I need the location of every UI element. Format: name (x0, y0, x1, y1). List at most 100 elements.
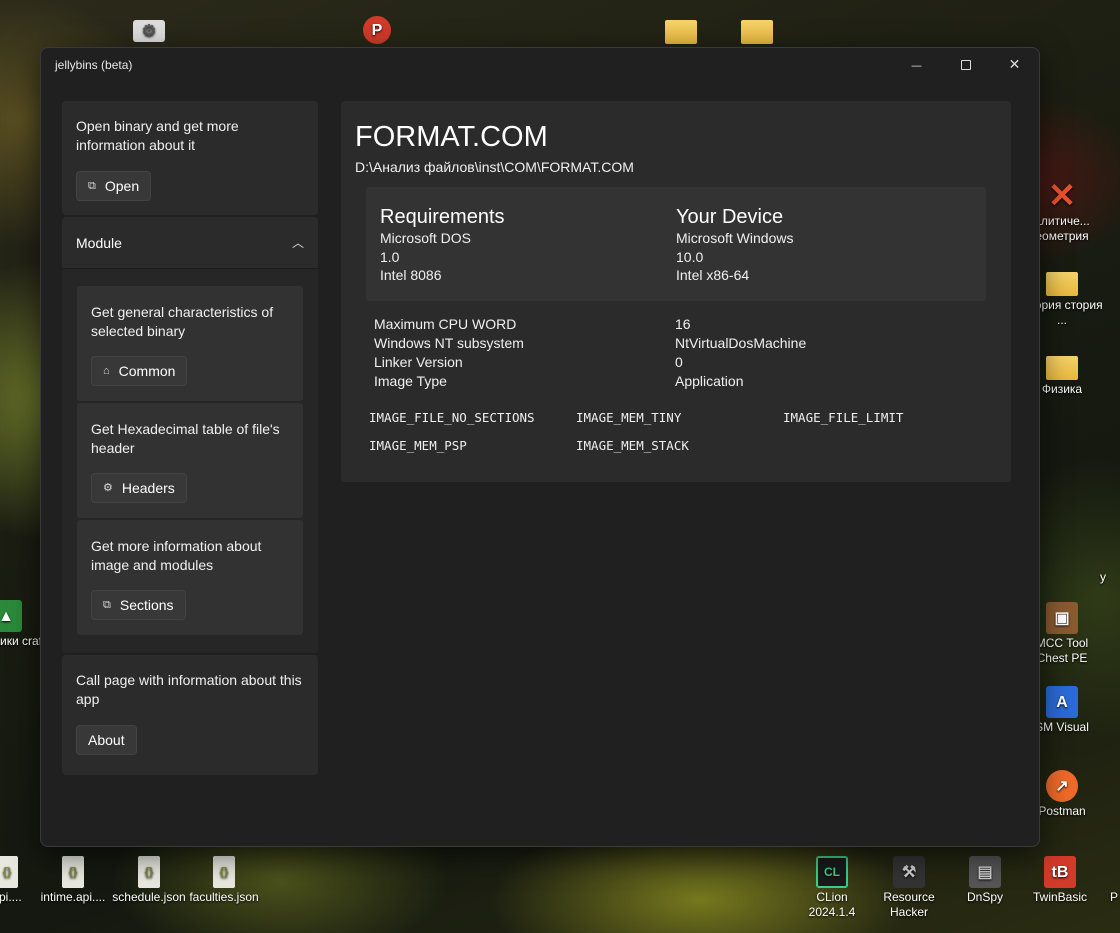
flag-item: IMAGE_MEM_TINY (576, 410, 682, 425)
desktop-icon-label: SM Visual (1035, 720, 1089, 734)
desktop-icon-bottom-3[interactable]: {} schedule.json (107, 856, 191, 905)
module-expander-header[interactable]: Module ︿ (62, 217, 318, 269)
maximize-icon (960, 60, 971, 70)
property-value: NtVirtualDosMachine (675, 335, 807, 351)
about-description: Call page with information about this ap… (76, 672, 302, 707)
requirements-cpu: Intel 8086 (380, 267, 442, 283)
desktop-icon-label: schedule.json (112, 890, 186, 904)
common-button-label: Common (118, 362, 176, 379)
chest-icon: ▣ (1046, 602, 1078, 634)
properties-list: Maximum CPU WORD 16 Windows NT subsystem… (374, 315, 997, 391)
desktop-icon-bottom-6[interactable]: ⚒ Resource Hacker (867, 856, 951, 920)
chevron-up-icon[interactable]: ︿ (292, 234, 304, 251)
sections-button[interactable]: ⧉ Sections (91, 590, 186, 620)
module-expander: Module ︿ Get general characteristics of … (62, 217, 318, 653)
property-value: 16 (675, 316, 691, 332)
desktop-icon-bottom-2[interactable]: {} intime.api.... (31, 856, 115, 905)
desktop-icon-label: Resource Hacker (883, 890, 935, 919)
property-key: Windows NT subsystem (374, 335, 524, 351)
sections-icon: ⧉ (103, 598, 111, 611)
device-os: Microsoft Windows (676, 230, 794, 246)
property-key: Linker Version (374, 354, 463, 370)
desktop-icon-bottom-8[interactable]: tB TwinBasic (1018, 856, 1102, 905)
minimize-icon: — (911, 58, 922, 72)
desktop-icon-bottom-5[interactable]: CL CLion 2024.1.4 (790, 856, 874, 920)
folder-icon (1046, 356, 1078, 380)
desktop-top-folder-2[interactable] (715, 14, 799, 46)
file-path: D:\Анализ файлов\inst\COM\FORMAT.COM (355, 159, 634, 175)
desktop-icon-label: алитиче... еометрия (1034, 214, 1090, 243)
close-button[interactable]: ✕ (990, 49, 1039, 81)
maximize-button[interactable] (941, 49, 990, 81)
property-row: Maximum CPU WORD 16 (374, 315, 997, 334)
desktop-icon-label: Физика (1041, 382, 1083, 396)
common-description: Get general characteristics of selected … (91, 304, 274, 339)
desktop-icon-label: TwinBasic (1032, 890, 1088, 904)
file-title: FORMAT.COM (355, 121, 548, 153)
headers-card: Get Hexadecimal table of file's header ⚙… (77, 403, 303, 518)
flags-grid: IMAGE_FILE_NO_SECTIONS IMAGE_MEM_TINY IM… (369, 409, 997, 455)
flag-item: IMAGE_MEM_STACK (576, 438, 689, 453)
desktop-right-edge-text: у (1100, 570, 1120, 585)
window-title: jellybins (beta) (55, 58, 133, 72)
title-bar[interactable]: jellybins (beta) — ✕ (41, 48, 1039, 82)
desktop-icon-bottom-7[interactable]: ▤ DnSpy (943, 856, 1027, 905)
twinbasic-icon: tB (1044, 856, 1076, 888)
folder-icon (741, 20, 773, 44)
common-card: Get general characteristics of selected … (77, 286, 303, 401)
desktop-top-icon-2[interactable]: P (335, 16, 419, 46)
desktop-icon-bottom-4[interactable]: {} faculties.json (182, 856, 266, 905)
open-button-label: Open (104, 177, 140, 194)
property-row: Image Type Application (374, 372, 997, 391)
about-button[interactable]: About (76, 725, 137, 755)
desktop-top-folder-1[interactable] (639, 14, 723, 46)
close-icon: ✕ (1008, 57, 1021, 73)
desktop-icon-label: DnSpy (966, 890, 1004, 904)
main-panel: FORMAT.COM D:\Анализ файлов\inst\COM\FOR… (341, 101, 1011, 482)
requirements-version: 1.0 (380, 248, 400, 265)
desktop-icon-label: intime.api.... (40, 890, 106, 904)
folder-icon (665, 20, 697, 44)
device-heading: Your Device (676, 206, 784, 228)
requirements-os: Microsoft DOS (380, 230, 472, 246)
visual-icon: A (1046, 686, 1078, 718)
resource-hacker-icon: ⚒ (893, 856, 925, 888)
compatibility-panel: Requirements Microsoft DOS 1.0 Intel 808… (366, 187, 986, 301)
open-description: Open binary and get more information abo… (76, 118, 239, 153)
app-window: jellybins (beta) — ✕ Open binary and get… (40, 47, 1040, 847)
desktop-icon-label: Postman (1038, 804, 1086, 818)
settings-app-icon: ⚙ (133, 20, 165, 42)
open-external-icon: ⧉ (88, 179, 96, 192)
clion-icon: CL (816, 856, 848, 888)
desktop-edge-label: у (1100, 570, 1106, 584)
desktop-icon-left-1[interactable]: ▲ ики craft (0, 600, 45, 649)
x-icon: ✕ (1047, 176, 1077, 215)
sections-button-label: Sections (119, 596, 174, 613)
folder-icon (1046, 272, 1078, 296)
home-icon: ⌂ (103, 364, 110, 377)
postman-icon: ↗ (1046, 770, 1078, 802)
sidebar: Open binary and get more information abo… (62, 101, 318, 775)
desktop-top-icon-1[interactable]: ⚙ (107, 18, 191, 44)
headers-button[interactable]: ⚙ Headers (91, 473, 187, 503)
open-card: Open binary and get more information abo… (62, 101, 318, 215)
json-icon: {} (62, 856, 84, 888)
common-button[interactable]: ⌂ Common (91, 356, 188, 386)
device-cpu: Intel x86-64 (676, 267, 750, 283)
about-card: Call page with information about this ap… (62, 655, 318, 775)
json-icon: {} (138, 856, 160, 888)
module-expander-body: Get general characteristics of selected … (62, 269, 318, 653)
minecraft-icon: ▲ (0, 600, 22, 632)
open-button[interactable]: ⧉ Open (76, 171, 152, 201)
desktop-bottom-right-edge-text: P (1110, 890, 1120, 905)
minimize-button[interactable]: — (892, 49, 941, 81)
desktop-icon-label: faculties.json (189, 890, 259, 904)
desktop-icon-label: CLion 2024.1.4 (808, 890, 856, 919)
sections-description: Get more information about image and mod… (91, 538, 262, 573)
app-shortcut-icon: P (363, 16, 391, 44)
property-key: Maximum CPU WORD (374, 316, 517, 332)
desktop-icon-label: api.... (0, 890, 22, 904)
property-key: Image Type (374, 373, 447, 389)
dnspy-icon: ▤ (969, 856, 1001, 888)
about-button-label: About (88, 731, 125, 748)
